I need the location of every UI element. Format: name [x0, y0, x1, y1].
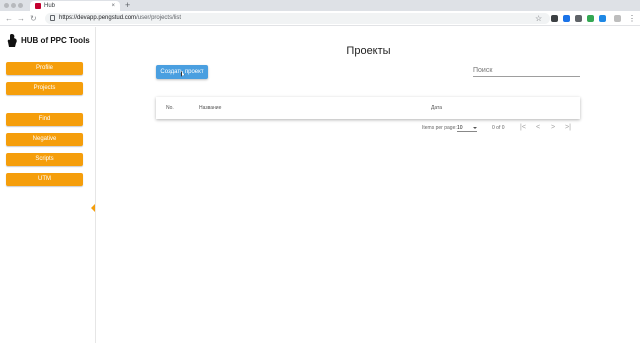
sidebar-item-scripts[interactable]: Scripts: [6, 153, 83, 166]
url-path: /user/projects/list: [136, 15, 182, 21]
paginator: Items per page: 10 0 of 0 |< < > >|: [422, 123, 582, 133]
sidebar-item-find[interactable]: Find: [6, 113, 83, 126]
hand-logo-icon: [7, 34, 17, 47]
first-page-icon[interactable]: |<: [520, 122, 526, 133]
page-size-select[interactable]: 10: [457, 123, 477, 132]
browser-tab[interactable]: Hub ×: [30, 1, 120, 11]
tab-close-icon[interactable]: ×: [111, 2, 115, 10]
reload-icon[interactable]: ↻: [30, 13, 37, 24]
extension-icon-2[interactable]: [563, 15, 570, 22]
last-page-icon[interactable]: >|: [565, 122, 571, 133]
sidebar-collapse-toggle-icon[interactable]: [91, 204, 95, 212]
address-bar[interactable]: https://devapp.pengstud.com/user/project…: [45, 13, 550, 24]
app-root: HUB of PPC Tools Profile Projects Find N…: [0, 27, 640, 343]
back-icon[interactable]: ←: [5, 13, 13, 24]
page-range-label: 0 of 0: [492, 125, 505, 131]
window-maximize-dot[interactable]: [18, 3, 23, 8]
extension-icon-1[interactable]: [551, 15, 558, 22]
tab-title: Hub: [44, 3, 56, 9]
column-header-date[interactable]: Дата: [431, 97, 442, 119]
items-per-page-label: Items per page:: [422, 125, 457, 131]
page-title: Проекты: [346, 45, 391, 57]
extension-icon-6[interactable]: [614, 15, 621, 22]
sidebar: HUB of PPC Tools Profile Projects Find N…: [0, 27, 96, 343]
app-logo-title: HUB of PPC Tools: [21, 36, 90, 45]
page-size-value: 10: [457, 125, 463, 131]
main-content: Проекты Создать проект Поиск No. Названи…: [97, 27, 640, 343]
sidebar-item-utm[interactable]: UTM: [6, 173, 83, 186]
browser-menu-icon[interactable]: ⋮: [628, 13, 636, 24]
browser-toolbar: ← → ↻ https://devapp.pengstud.com/user/p…: [0, 11, 640, 26]
sidebar-item-negative[interactable]: Negative: [6, 133, 83, 146]
projects-table: No. Название Дата: [156, 97, 580, 119]
next-page-icon[interactable]: >: [551, 122, 555, 133]
previous-page-icon[interactable]: <: [536, 122, 540, 133]
bookmark-star-icon[interactable]: ☆: [535, 13, 542, 24]
lock-icon: [50, 15, 55, 21]
extension-icon-4[interactable]: [587, 15, 594, 22]
angular-favicon-icon: [35, 3, 41, 9]
browser-tab-bar: Hub × +: [0, 0, 640, 11]
url-text: https://devapp.pengstud.com/user/project…: [59, 14, 181, 23]
search-input[interactable]: Поиск: [473, 65, 580, 77]
extension-icon-5[interactable]: [599, 15, 606, 22]
url-host: https://devapp.pengstud.com: [59, 15, 137, 21]
new-tab-button[interactable]: +: [125, 0, 130, 11]
extension-icon-3[interactable]: [575, 15, 582, 22]
forward-icon[interactable]: →: [17, 13, 25, 24]
sidebar-item-profile[interactable]: Profile: [6, 62, 83, 75]
window-close-dot[interactable]: [4, 3, 9, 8]
sidebar-item-projects[interactable]: Projects: [6, 82, 83, 95]
column-header-name[interactable]: Название: [199, 97, 221, 119]
chevron-down-icon: [473, 127, 477, 129]
create-project-button[interactable]: Создать проект: [156, 65, 208, 79]
window-minimize-dot[interactable]: [11, 3, 16, 8]
column-header-number[interactable]: No.: [166, 97, 174, 119]
